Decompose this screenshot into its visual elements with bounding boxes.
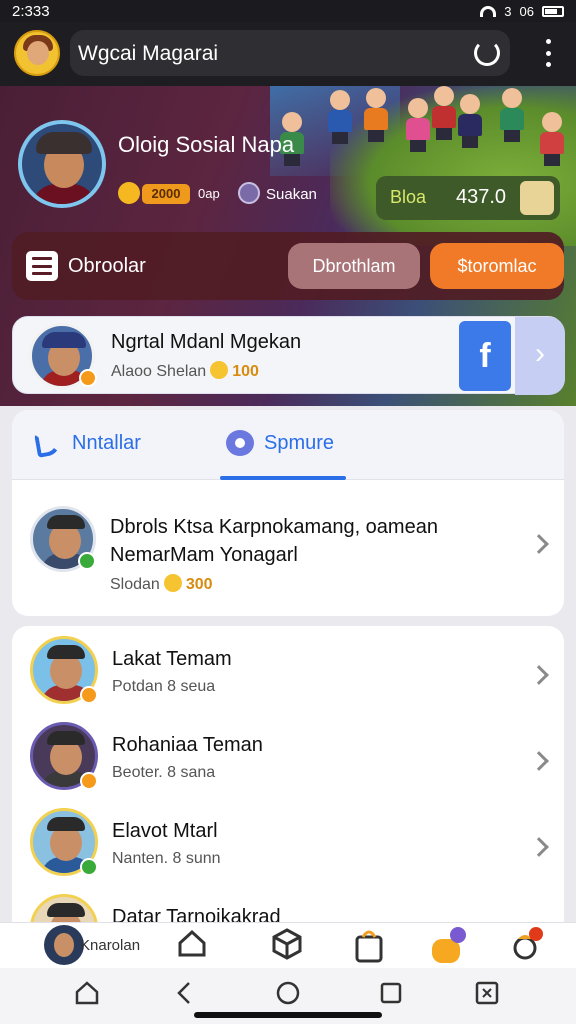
status-icons: 3 06: [480, 4, 564, 19]
more-options-icon[interactable]: [538, 36, 558, 70]
message-line-2: NemarMam Yonagarl: [110, 544, 298, 566]
system-circle-icon[interactable]: [275, 980, 301, 1006]
game-character: [456, 94, 484, 148]
refresh-icon[interactable]: [474, 40, 500, 66]
tab-messages-label: Spmure: [264, 432, 335, 454]
home-indicator[interactable]: [194, 1012, 382, 1018]
active-tab-indicator: [220, 476, 346, 480]
friend-name: Elavot Mtarl: [112, 820, 218, 842]
friends-list: Lakat Temam Potdan 8 seua Rohaniaa Teman…: [12, 626, 564, 962]
message-status: Slodan 300: [110, 574, 213, 593]
status-time: 2:333: [12, 2, 50, 20]
secondary-button[interactable]: Dbrothlam: [288, 243, 420, 289]
profile-name: Oloig Sosial Napa: [118, 132, 295, 157]
app-bar: Wgcai Magarai: [0, 22, 576, 86]
status-dot: [79, 369, 97, 387]
sub-profile-label: Suakan: [266, 186, 317, 203]
featured-status: Alaoo Shelan 100: [111, 361, 259, 380]
bottom-nav: Knarolan: [0, 922, 576, 968]
chat-icon: [226, 430, 254, 456]
laugh-emoji-icon: [163, 574, 182, 592]
status-dot: [78, 552, 96, 570]
stat-value: 437.0: [456, 186, 507, 208]
game-character-icon[interactable]: [428, 927, 468, 965]
home-icon[interactable]: [176, 927, 216, 965]
battery-icon: [542, 5, 564, 17]
friend-status: Beoter. 8 sana: [112, 764, 216, 781]
game-character: [404, 98, 432, 152]
shopping-bag-icon[interactable]: [352, 927, 392, 965]
chevron-right-icon[interactable]: [529, 665, 549, 685]
nav-profile-avatar[interactable]: [44, 925, 84, 965]
game-character: [498, 88, 526, 142]
tabs-card: Nntallar Spmure Dbrols Ktsa Karpnokamang…: [12, 410, 564, 616]
tab-contacts-label: Nntallar: [72, 432, 141, 454]
friend-status: Potdan 8 seua: [112, 678, 216, 695]
app-title: Wgcai Magarai: [78, 42, 219, 65]
game-character: [362, 88, 390, 142]
chevron-right-icon[interactable]: [529, 751, 549, 771]
featured-friend-card[interactable]: Ngrtal Mdanl Mgekan Alaoo Shelan 100 f ›: [12, 316, 565, 395]
profile-picture[interactable]: [18, 120, 106, 208]
status-bar: 2:333 3 06: [0, 0, 576, 22]
stat-label: Bloa: [390, 187, 427, 207]
status-dot: [80, 858, 98, 876]
status-dot: [80, 772, 98, 790]
friend-name: Lakat Temam: [112, 648, 232, 670]
tab-bar: Nntallar Spmure: [12, 410, 564, 480]
friend-status: Nanten. 8 sunn: [112, 850, 221, 867]
phone-icon: [34, 430, 62, 458]
facebook-icon[interactable]: f: [459, 321, 511, 391]
app-avatar[interactable]: [14, 30, 60, 76]
tab-contacts[interactable]: Nntallar: [12, 410, 212, 480]
stat-pill[interactable]: Bloa 437.0: [376, 176, 560, 220]
chevron-right-icon[interactable]: [529, 534, 549, 554]
nav-label[interactable]: Knarolan: [80, 937, 140, 954]
system-scan-icon[interactable]: [474, 980, 500, 1006]
title-bar[interactable]: Wgcai Magarai: [70, 30, 510, 76]
system-back-icon[interactable]: [172, 980, 198, 1006]
game-character: [538, 112, 566, 166]
system-home-icon[interactable]: [74, 980, 100, 1006]
featured-next-chevron-icon[interactable]: ›: [515, 317, 565, 395]
system-recents-icon[interactable]: [378, 980, 404, 1006]
primary-button[interactable]: $toromlac: [430, 243, 564, 289]
menu-label[interactable]: Obroolar: [68, 255, 146, 278]
action-strip: Obroolar Dbrothlam $toromlac: [12, 232, 564, 300]
friend-name: Rohaniaa Teman: [112, 734, 263, 756]
menu-icon[interactable]: [26, 251, 58, 281]
message-line-1: Dbrols Ktsa Karpnokamang, oamean: [110, 516, 438, 538]
coin-badge: 2000: [142, 184, 190, 204]
game-character: [430, 86, 458, 140]
avatar-face: [27, 41, 49, 65]
sub-profile-icon: [238, 182, 260, 204]
coin-unit: 0ap: [198, 186, 220, 201]
featured-name: Ngrtal Mdanl Mgekan: [111, 331, 302, 353]
chevron-right-icon[interactable]: [529, 837, 549, 857]
character-badge-icon: [520, 181, 554, 215]
status-dot: [80, 686, 98, 704]
game-character: [326, 90, 354, 144]
smile-emoji-icon: [210, 361, 229, 379]
tab-messages[interactable]: Spmure: [212, 410, 372, 480]
battery-text: 06: [519, 3, 534, 19]
smile-emoji-icon: [118, 182, 140, 204]
signal-text: 3: [504, 3, 512, 19]
notifications-icon[interactable]: [510, 927, 550, 965]
wifi-icon: [480, 5, 497, 17]
package-icon[interactable]: [270, 927, 310, 965]
